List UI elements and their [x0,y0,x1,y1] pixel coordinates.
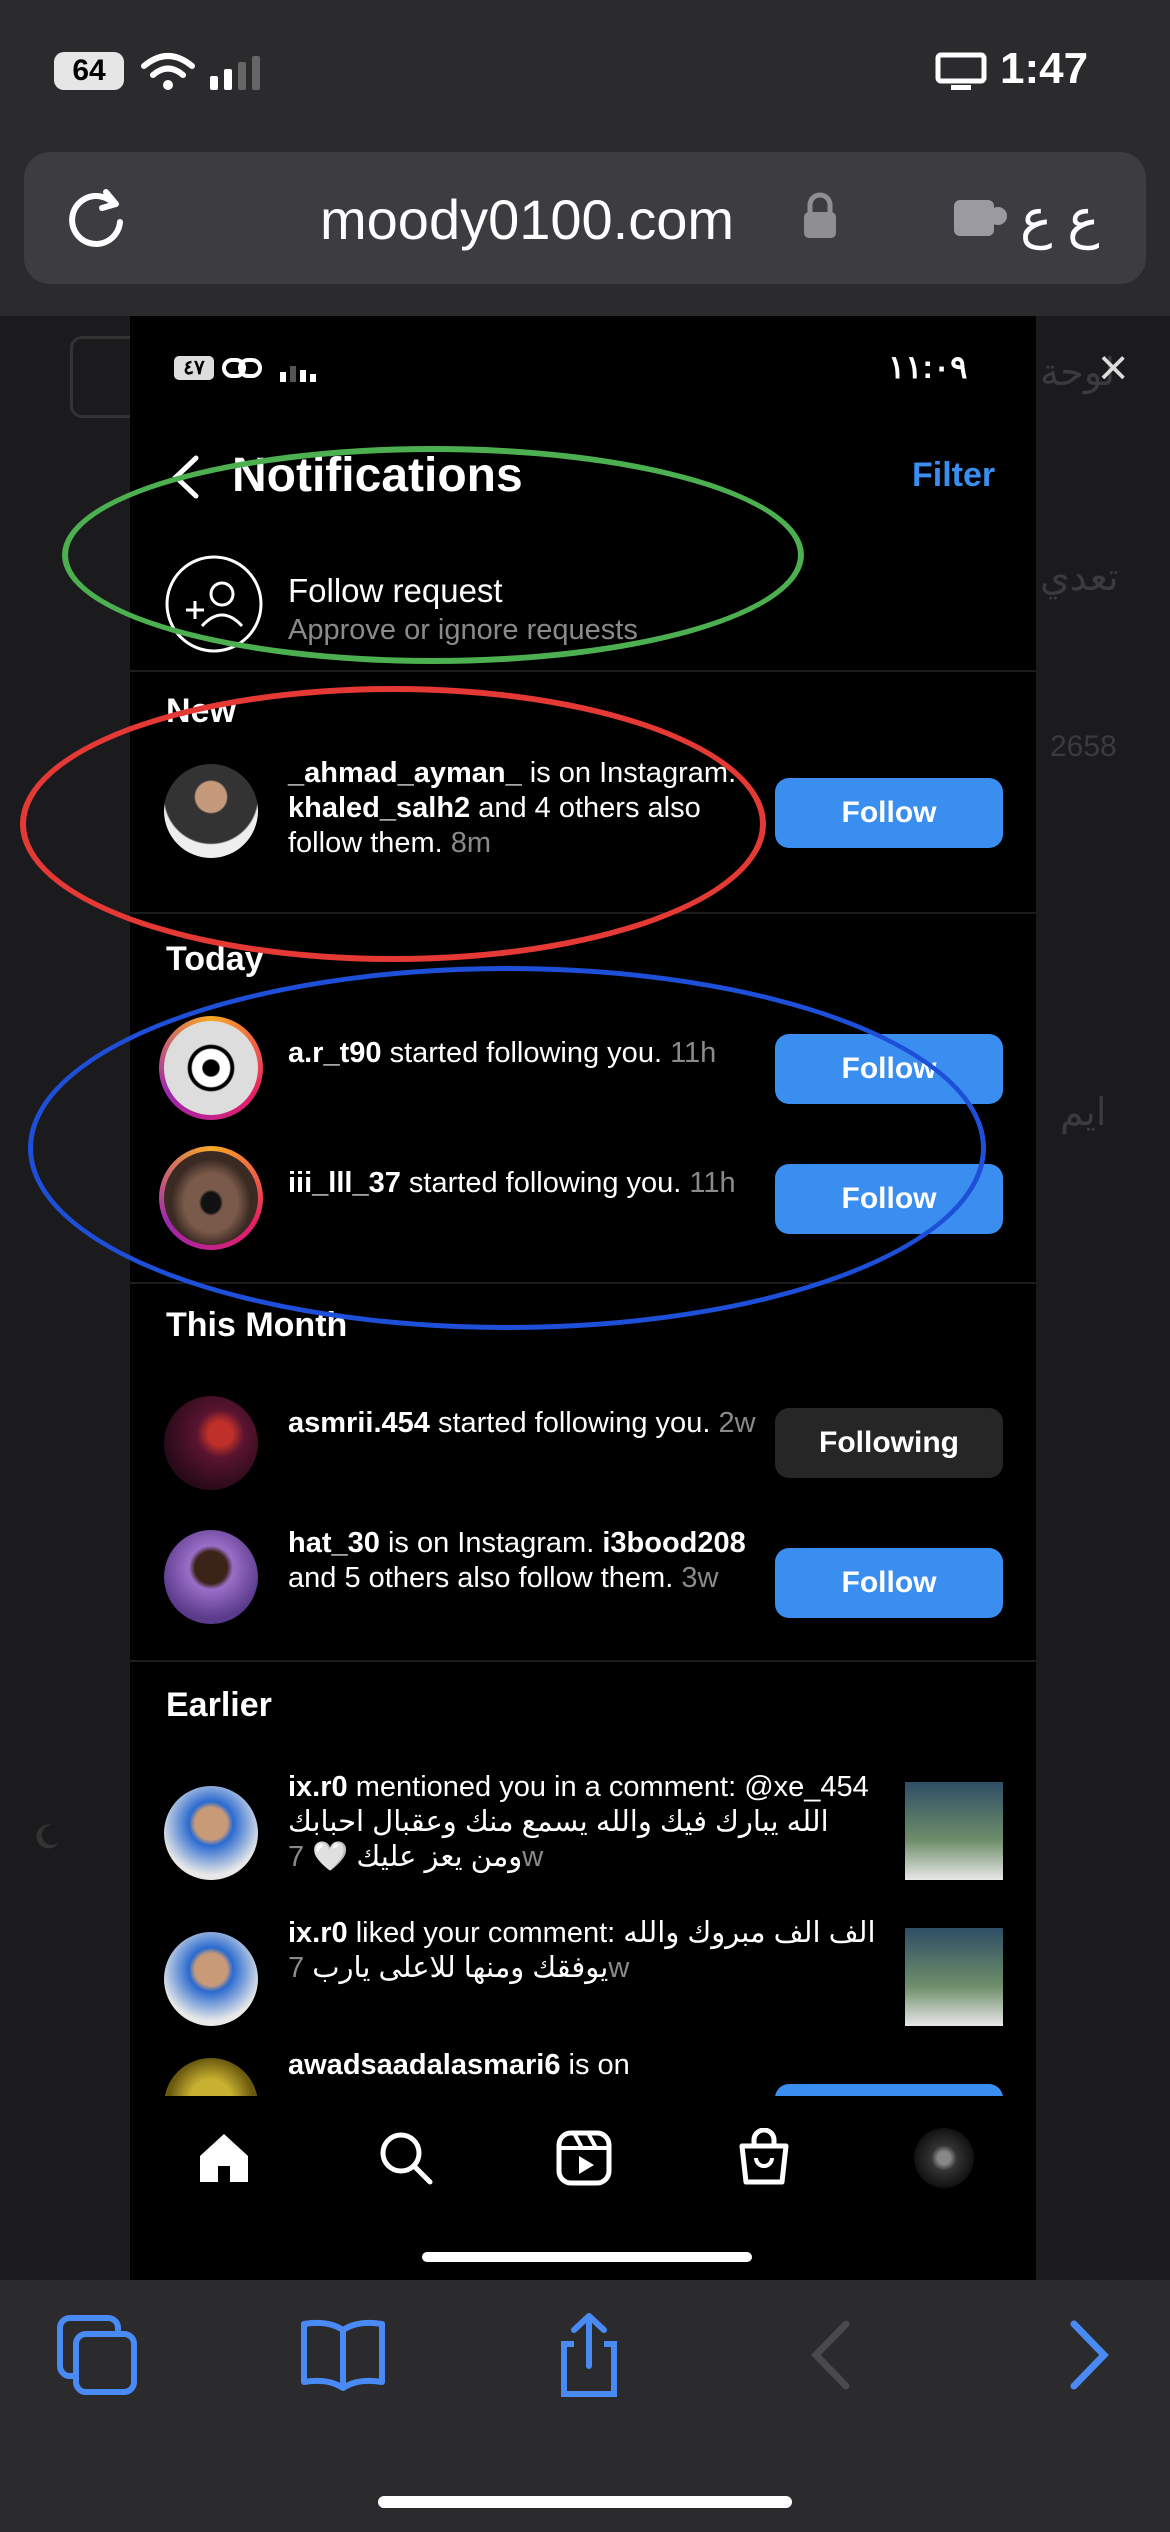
share-icon[interactable] [544,2310,634,2400]
url-text[interactable]: moody0100.com [320,187,734,252]
notification-text: asmrii.454 started following you. 2w [288,1407,756,1439]
back-icon[interactable] [790,2310,880,2400]
link-icon [222,358,262,378]
forward-icon[interactable] [1040,2310,1130,2400]
avatar[interactable] [164,1786,258,1880]
notification-text: ix.r0 liked your comment: الف الف مبروك … [288,1917,876,1984]
home-icon[interactable] [194,2128,254,2188]
post-thumbnail[interactable] [905,1928,1003,2026]
filter-button[interactable]: Filter [912,456,995,495]
notification-text: ix.r0 mentioned you in a comment: @xe_45… [288,1771,869,1873]
moon-icon [36,1824,59,1849]
refresh-icon[interactable] [62,182,132,252]
home-indicator [378,2496,792,2508]
close-icon[interactable]: × [1098,338,1128,398]
avatar[interactable] [164,1396,258,1490]
avatar[interactable] [164,1530,258,1624]
device-status-bar: 64 1:47 [0,0,1170,150]
clock: 1:47 [1000,44,1089,93]
battery-level: 64 [72,54,106,87]
follow-button[interactable]: Follow [775,1548,1003,1618]
divider [130,670,1036,672]
page-bg-text: ايم [1060,1092,1107,1134]
section-earlier: Earlier [166,1686,272,1724]
annotation-oval-blue [28,966,986,1330]
notification-text: awadsaadalasmari6 is on [288,2049,630,2081]
signal-icon [210,56,260,90]
reels-icon[interactable] [554,2128,614,2188]
phone-battery: ٤٧ [174,356,214,380]
follow-button[interactable]: Follow [775,778,1003,848]
avatar[interactable] [164,1932,258,2026]
bookmarks-icon[interactable] [298,2310,388,2400]
search-icon[interactable] [376,2128,436,2188]
following-button[interactable]: Following [775,1408,1003,1478]
notification-row[interactable]: ix.r0 liked your comment: الف الف مبروك … [130,1916,1036,2036]
notification-row[interactable]: ix.r0 mentioned you in a comment: @xe_45… [130,1770,1036,1900]
monitor-icon [935,52,987,90]
tabs-icon[interactable] [52,2310,142,2400]
notification-row[interactable]: asmrii.454 started following you. 2w Fol… [130,1396,1036,1506]
notification-text: hat_30 is on Instagram. i3bood208 and 5 … [288,1527,746,1594]
battery-icon: 64 [54,52,124,90]
wifi-icon [141,53,195,90]
profile-avatar[interactable] [914,2128,974,2188]
phone-home-indicator [422,2252,752,2262]
page-bg-text: 2658 [1050,730,1117,763]
phone-signal-icon [280,366,316,382]
page-format-label[interactable]: ع ع [1020,187,1099,250]
puzzle-icon[interactable] [952,192,1010,240]
notification-row[interactable]: hat_30 is on Instagram. i3bood208 and 5 … [130,1526,1036,1646]
annotation-oval-green [62,446,804,664]
lock-icon [804,192,836,238]
post-thumbnail[interactable] [905,1782,1003,1880]
annotation-oval-red [20,686,766,962]
phone-clock: ١١:٠٩ [888,349,968,385]
page-bg-text: تعدي [1040,557,1119,599]
divider [130,1660,1036,1662]
shop-icon[interactable] [734,2128,794,2188]
